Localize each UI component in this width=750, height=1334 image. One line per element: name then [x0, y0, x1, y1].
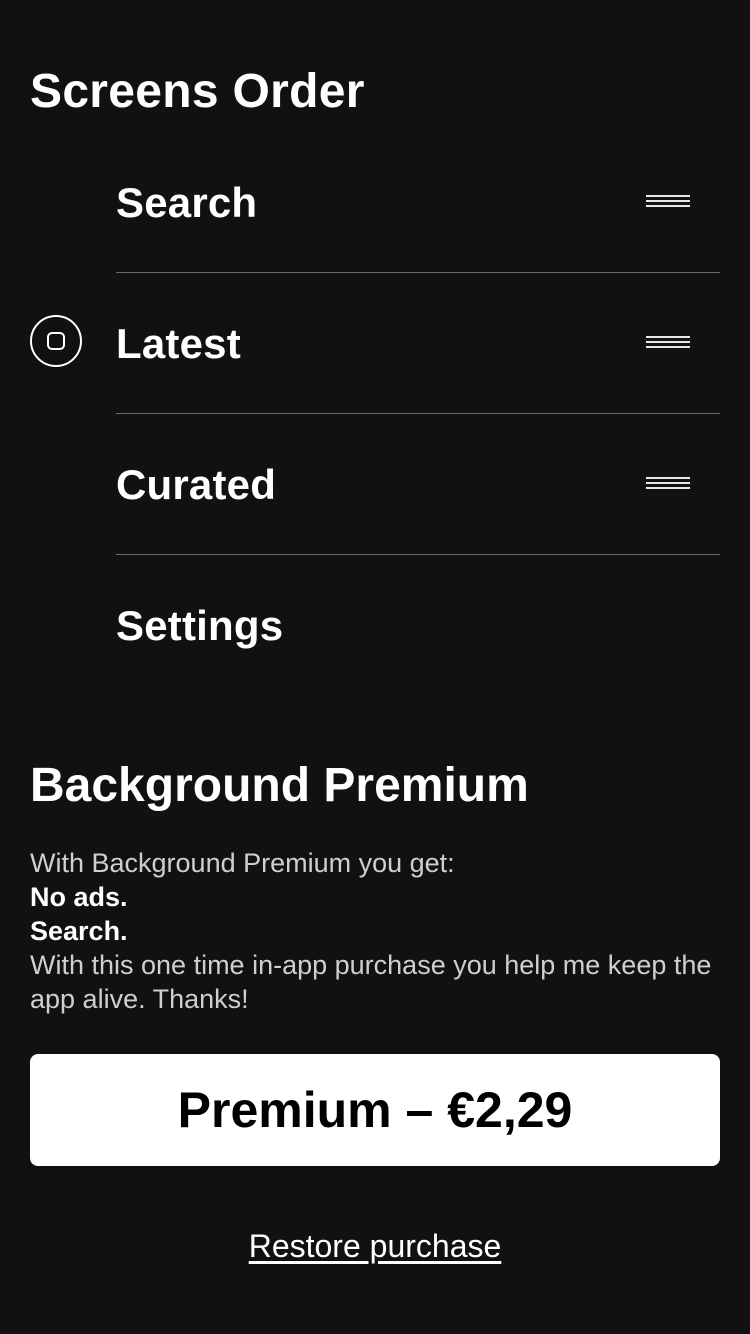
- premium-feature-search: Search.: [30, 916, 128, 946]
- screen-row-search[interactable]: Search: [116, 132, 720, 273]
- premium-note: With this one time in-app purchase you h…: [30, 950, 712, 1014]
- screen-row-latest[interactable]: Latest: [30, 273, 720, 414]
- premium-feature-no-ads: No ads.: [30, 882, 128, 912]
- premium-intro: With Background Premium you get:: [30, 848, 455, 878]
- screen-row-label: Latest: [116, 320, 241, 367]
- buy-premium-button[interactable]: Premium – €2,29: [30, 1054, 720, 1166]
- premium-title: Background Premium: [30, 759, 529, 812]
- screens-order-list: Search Latest Curated Settings: [0, 132, 750, 695]
- home-button-icon[interactable]: [30, 315, 82, 367]
- screen-row-curated[interactable]: Curated: [116, 414, 720, 555]
- screen-row-settings[interactable]: Settings: [116, 555, 720, 695]
- screen-row-label: Settings: [116, 602, 284, 649]
- screens-order-title: Screens Order: [30, 65, 365, 118]
- restore-purchase-link[interactable]: Restore purchase: [0, 1226, 750, 1266]
- screen-row-label: Search: [116, 179, 258, 226]
- drag-handle-icon[interactable]: [646, 477, 690, 493]
- premium-description: With Background Premium you get: No ads.…: [30, 846, 730, 1016]
- drag-handle-icon[interactable]: [646, 336, 690, 352]
- drag-handle-icon[interactable]: [646, 195, 690, 211]
- screen-row-label: Curated: [116, 461, 277, 508]
